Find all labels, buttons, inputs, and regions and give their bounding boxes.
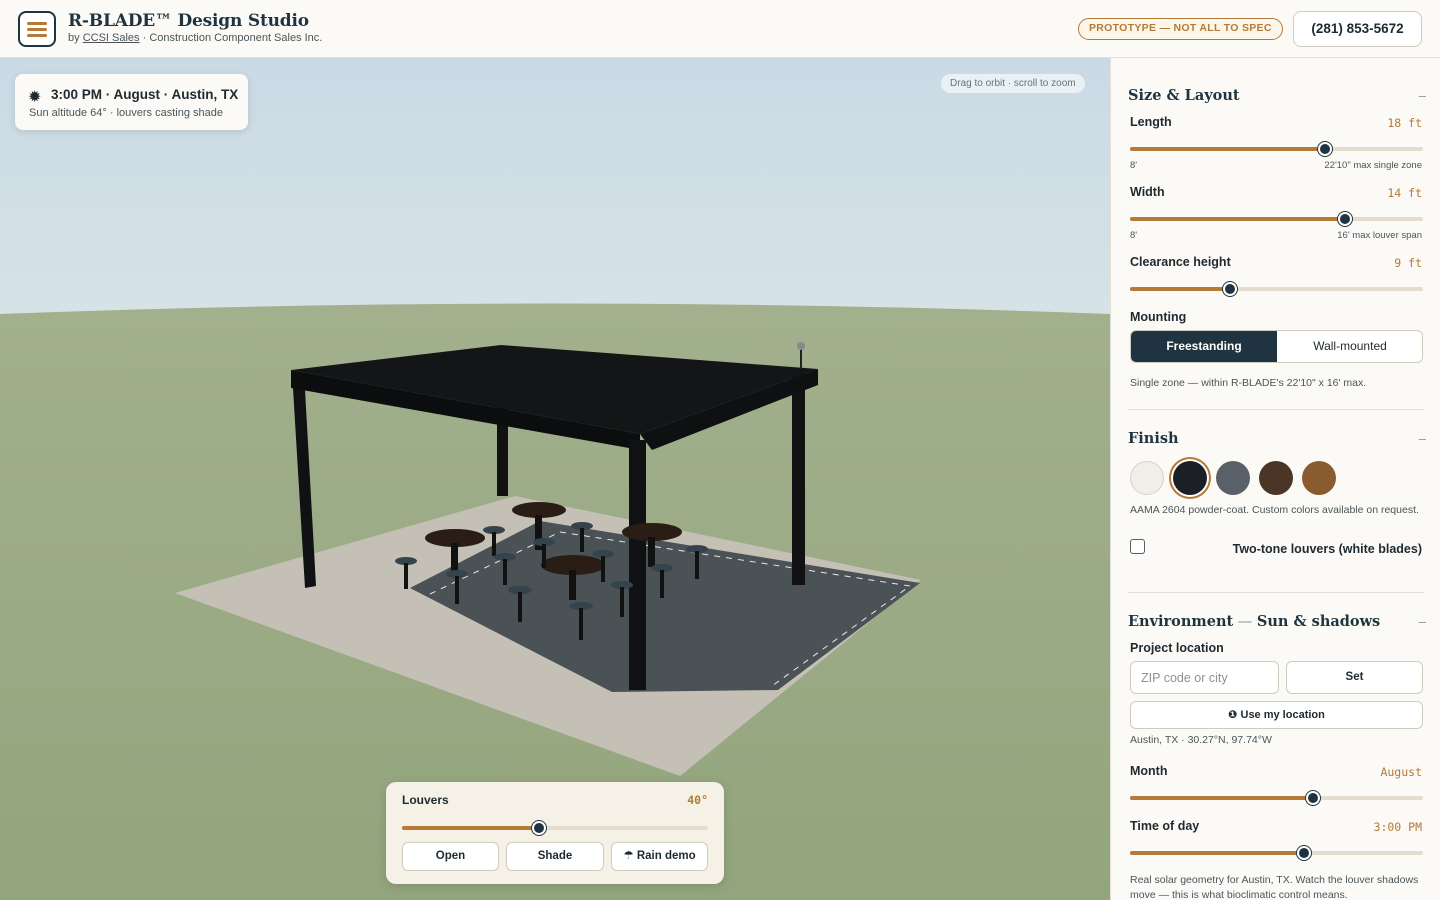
louvers-shade-button[interactable]: Shade [506, 842, 604, 871]
menu-button[interactable] [18, 11, 56, 47]
menu-icon-bar [27, 28, 47, 31]
month-slider[interactable] [1130, 791, 1423, 805]
width-label: Width [1130, 185, 1165, 199]
prototype-badge: PROTOTYPE — NOT ALL TO SPEC [1078, 18, 1283, 40]
time-of-day-value: 3:00 PM [1373, 820, 1422, 834]
finish-swatch-bronze[interactable] [1259, 461, 1293, 495]
slider-thumb[interactable] [1318, 142, 1333, 156]
length-value: 18 ft [1387, 116, 1422, 130]
width-min: 8' [1130, 230, 1138, 241]
project-location-label: Project location [1130, 641, 1224, 655]
sun-info-card: ✹ 3:00 PM · August · Austin, TX Sun alti… [15, 74, 248, 130]
app-header: R-BLADE™ Design Studio by CCSI Sales · C… [0, 0, 1440, 58]
slider-thumb[interactable] [532, 821, 547, 835]
mounting-wall-option[interactable]: Wall-mounted [1277, 331, 1422, 362]
length-label: Length [1130, 115, 1172, 129]
collapse-finish-button[interactable]: – [1419, 431, 1426, 446]
sun-time-location: 3:00 PM · August · Austin, TX [51, 87, 239, 102]
size-note: Single zone — within R-BLADE's 22'10" x … [1130, 377, 1367, 389]
mounting-freestanding-option[interactable]: Freestanding [1131, 331, 1277, 362]
use-my-location-button[interactable]: ❶ Use my location [1130, 701, 1423, 729]
ccsi-sales-link[interactable]: CCSI Sales [83, 32, 140, 44]
mounting-label: Mounting [1130, 310, 1187, 324]
mounting-toggle: Freestanding Wall-mounted [1130, 330, 1423, 363]
subtitle-by: by [68, 32, 80, 44]
finish-swatch-wood[interactable] [1302, 461, 1336, 495]
width-value: 14 ft [1387, 186, 1422, 200]
divider [1128, 592, 1424, 593]
phone-button[interactable]: (281) 853-5672 [1293, 11, 1422, 47]
length-min: 8' [1130, 160, 1138, 171]
time-of-day-label: Time of day [1130, 819, 1200, 833]
sun-icon: ✹ [28, 89, 42, 106]
louvers-label: Louvers [402, 793, 449, 807]
clearance-slider[interactable] [1130, 282, 1423, 296]
louver-control-card: Louvers 40° Open Shade ☂ Rain demo [386, 782, 724, 884]
two-tone-label[interactable]: Two-tone louvers (white blades) [1233, 542, 1422, 556]
section-title-size-layout: Size & Layout [1128, 87, 1240, 104]
finish-swatch-gray[interactable] [1216, 461, 1250, 495]
slider-fill [1130, 796, 1314, 800]
louvers-open-button[interactable]: Open [402, 842, 499, 871]
rain-demo-button[interactable]: ☂ Rain demo [611, 842, 708, 871]
clearance-label: Clearance height [1130, 255, 1231, 269]
subtitle-company: · Construction Component Sales Inc. [139, 32, 323, 44]
section-title-environment: Environment — Sun & shadows [1128, 613, 1380, 630]
scene-canvas[interactable] [0, 58, 1110, 900]
front-post [629, 440, 646, 690]
set-location-button[interactable]: Set [1286, 661, 1423, 694]
louvers-slider[interactable] [402, 821, 708, 835]
divider [1128, 409, 1424, 410]
settings-sidebar: Size & Layout – Length 18 ft 8' 22'10" m… [1110, 58, 1440, 900]
slider-fill [1130, 851, 1305, 855]
slider-thumb[interactable] [1222, 282, 1237, 296]
width-slider[interactable] [1130, 212, 1423, 226]
slider-thumb[interactable] [1306, 791, 1321, 805]
two-tone-checkbox[interactable] [1130, 539, 1145, 554]
slider-fill [1130, 287, 1230, 291]
menu-icon-bar [27, 34, 47, 37]
app-title: R-BLADE™ Design Studio [68, 11, 309, 31]
right-post [792, 370, 805, 585]
slider-thumb[interactable] [1338, 212, 1353, 226]
finish-swatch-black[interactable] [1173, 461, 1207, 495]
environment-note: Real solar geometry for Austin, TX. Watc… [1130, 874, 1419, 900]
time-of-day-slider[interactable] [1130, 846, 1423, 860]
clearance-value: 9 ft [1394, 256, 1422, 270]
orbit-hint: Drag to orbit · scroll to zoom [941, 74, 1085, 93]
slider-fill [1130, 217, 1346, 221]
month-value: August [1380, 765, 1422, 779]
collapse-environment-button[interactable]: – [1419, 614, 1426, 629]
length-max: 22'10" max single zone [1324, 160, 1422, 171]
section-title-finish: Finish [1128, 430, 1179, 447]
collapse-size-layout-button[interactable]: – [1419, 88, 1426, 103]
louvers-angle-value: 40° [687, 793, 708, 807]
app-subtitle: by CCSI Sales · Construction Component S… [68, 32, 322, 44]
rain-sensor-icon [797, 342, 805, 350]
title-dash: — [1233, 614, 1257, 630]
3d-viewport[interactable]: ✹ 3:00 PM · August · Austin, TX Sun alti… [0, 58, 1110, 900]
width-max: 16' max louver span [1337, 230, 1422, 241]
sun-altitude: Sun altitude 64° · louvers casting shade [29, 107, 223, 119]
finish-note: AAMA 2604 powder-coat. Custom colors ava… [1130, 504, 1419, 516]
finish-swatch-white[interactable] [1130, 461, 1164, 495]
slider-fill [402, 826, 540, 830]
length-slider[interactable] [1130, 142, 1423, 156]
slider-fill [1130, 147, 1326, 151]
location-coordinates: Austin, TX · 30.27°N, 97.74°W [1130, 734, 1272, 746]
month-label: Month [1130, 764, 1168, 778]
location-input[interactable] [1130, 661, 1279, 694]
slider-thumb[interactable] [1297, 846, 1312, 860]
menu-icon [27, 22, 47, 25]
environment-title: Environment [1128, 613, 1234, 630]
sun-shadows-title: Sun & shadows [1256, 613, 1381, 630]
